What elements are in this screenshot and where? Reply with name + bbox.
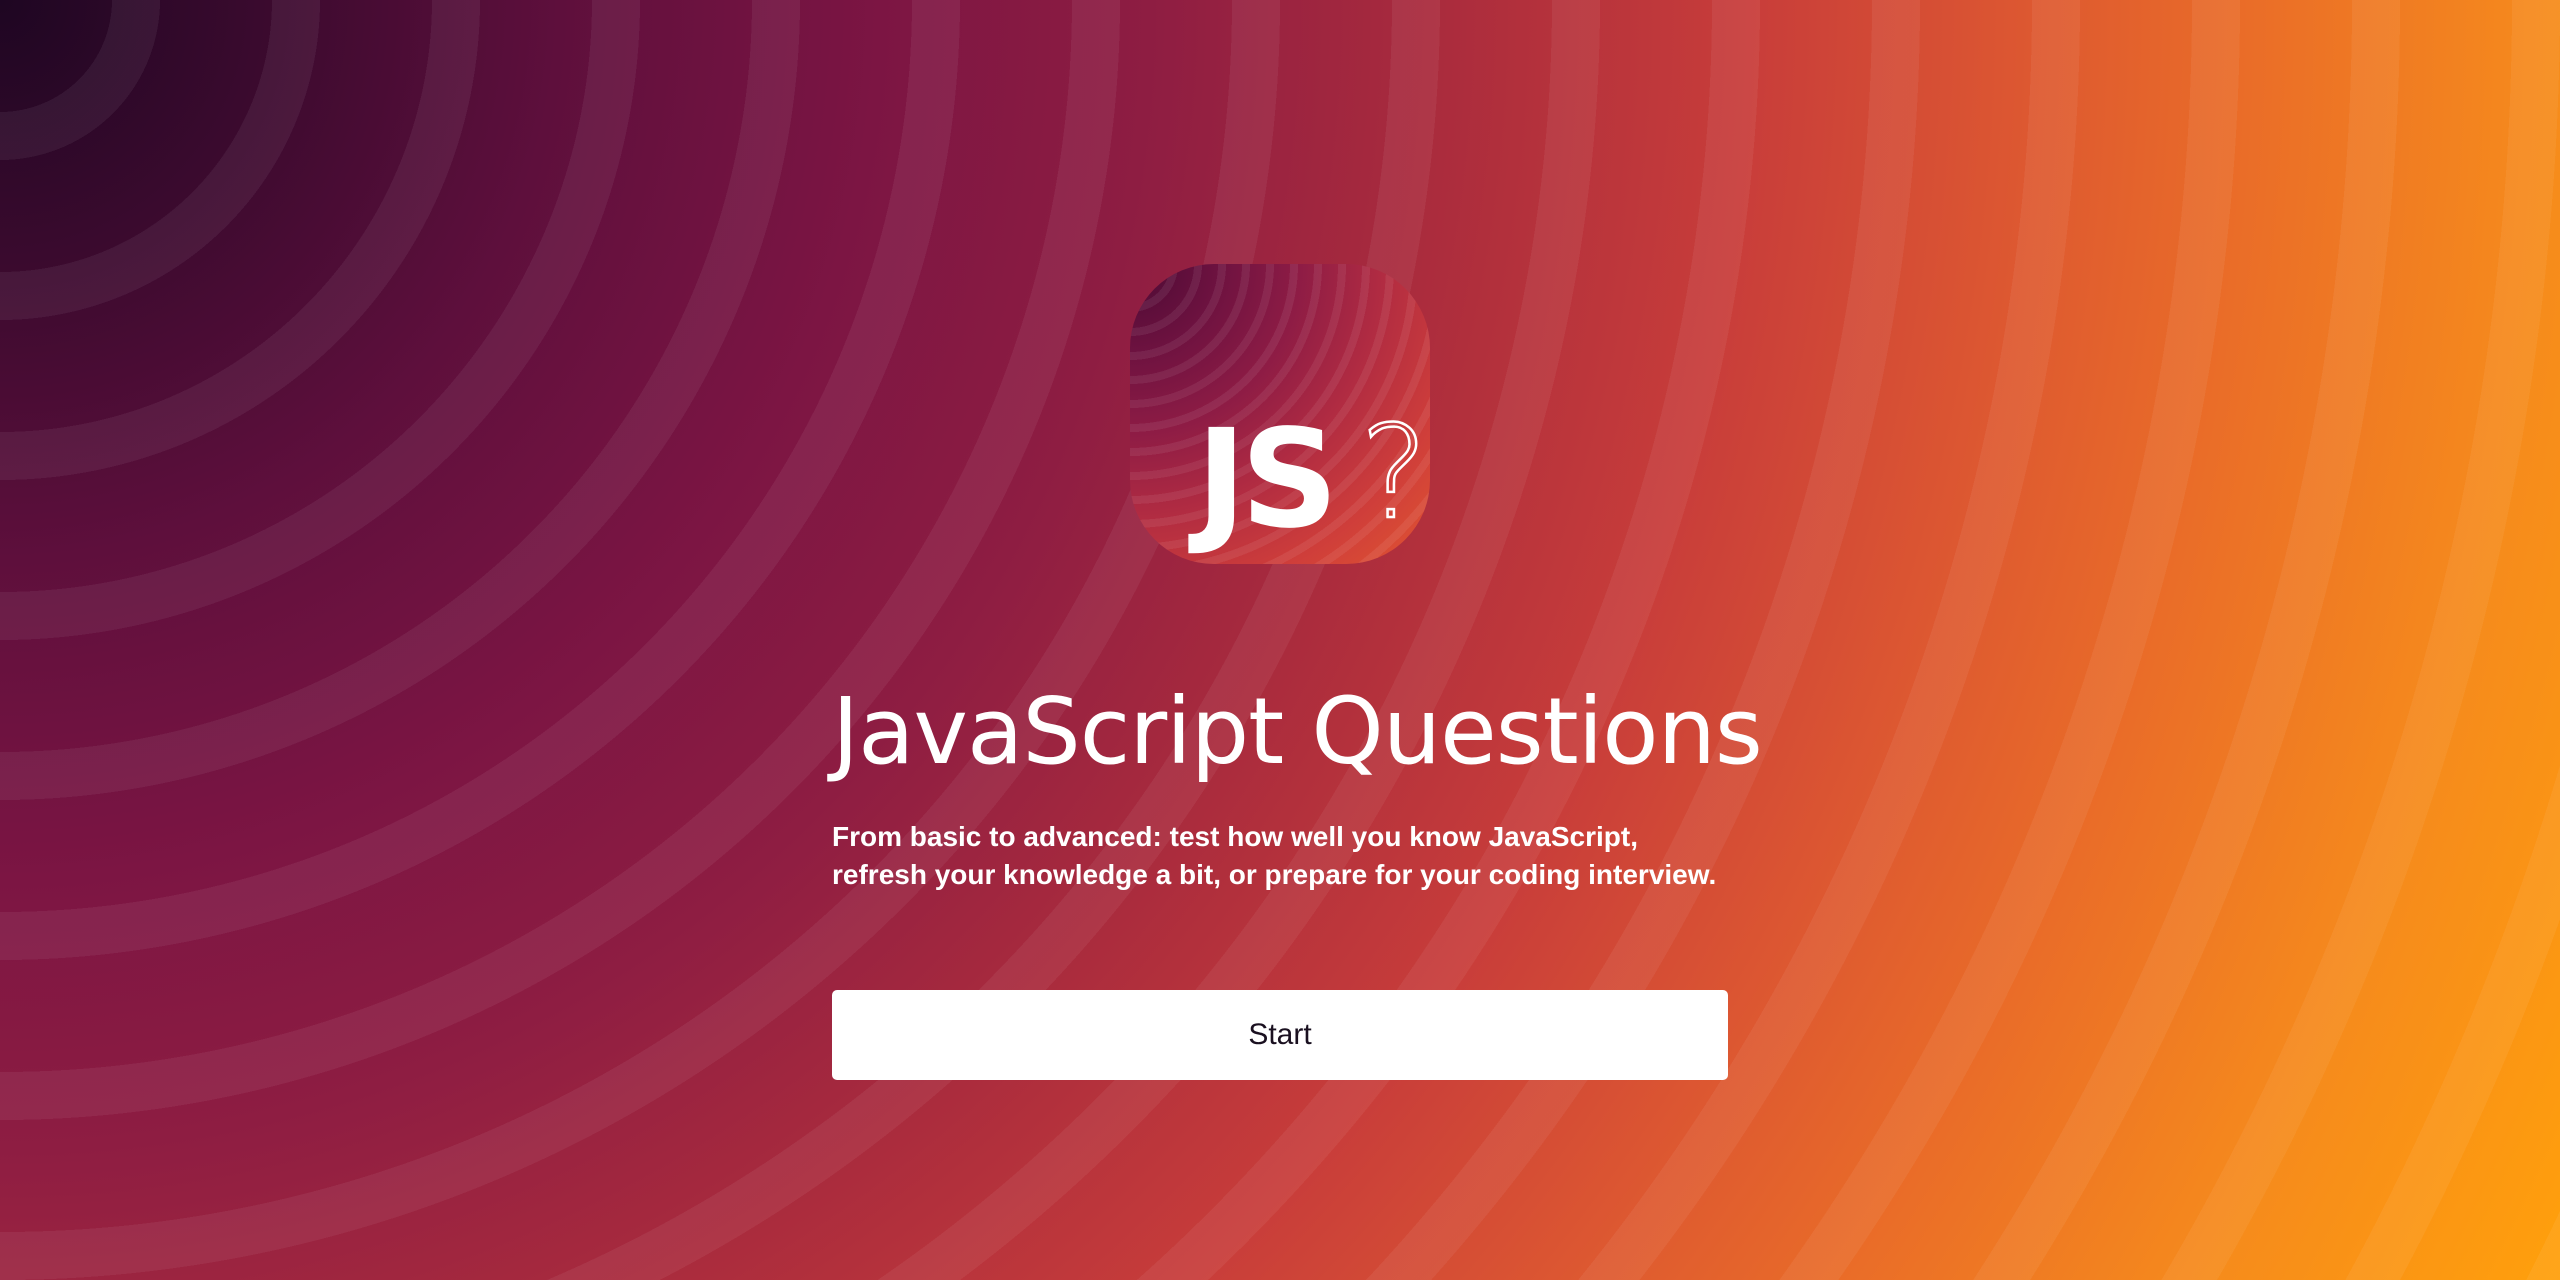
logo-js-text: JS: [1196, 401, 1339, 559]
page-title: JavaScript Questions: [832, 678, 1763, 785]
js-logo: JS ?: [1130, 264, 1430, 564]
background-rings: [0, 0, 2560, 1280]
question-mark-icon: ?: [1359, 399, 1429, 548]
page-description: From basic to advanced: test how well yo…: [832, 821, 1717, 890]
start-button[interactable]: Start: [832, 990, 1728, 1080]
